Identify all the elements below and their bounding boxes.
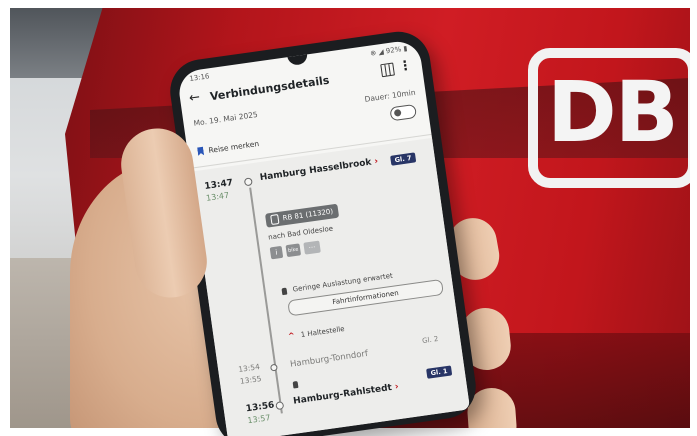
photo-scene: DB 13:16 ⊗ ◢ 92% ▮ ← Verbindungsdetails … — [0, 0, 697, 436]
save-trip-toggle[interactable] — [389, 103, 418, 122]
status-time: 13:16 — [188, 72, 210, 83]
occupancy-person-icon — [281, 287, 288, 295]
map-icon[interactable] — [380, 62, 395, 78]
status-indicators: ⊗ ◢ 92% ▮ — [369, 44, 408, 58]
occupancy-person-icon — [292, 380, 299, 389]
phone-screen: 13:16 ⊗ ◢ 92% ▮ ← Verbindungsdetails ⋮ M… — [176, 38, 471, 436]
journey-duration: Dauer: 10min — [364, 87, 417, 104]
journey-date: Mo. 19. Mai 2025 — [193, 109, 259, 128]
bike-amenity-icon[interactable]: bike — [285, 243, 302, 258]
more-vertical-icon[interactable]: ⋮ — [398, 58, 413, 75]
bookmark-icon — [197, 146, 204, 156]
chevron-up-icon: ^ — [287, 330, 296, 341]
db-logo-text: DB — [547, 63, 679, 161]
back-arrow-icon[interactable]: ← — [188, 90, 201, 106]
more-amenities-icon[interactable]: ··· — [303, 240, 321, 255]
info-amenity-icon[interactable]: i — [269, 245, 284, 260]
train-icon — [270, 214, 280, 226]
smartphone: 13:16 ⊗ ◢ 92% ▮ ← Verbindungsdetails ⋮ M… — [166, 27, 480, 436]
save-trip-label: Reise merken — [207, 138, 260, 155]
